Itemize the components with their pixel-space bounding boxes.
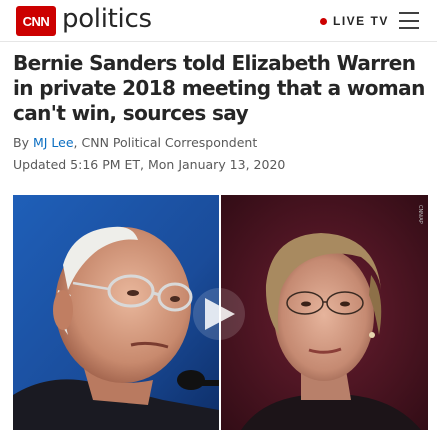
photo-credit: CNN/AP [417,205,423,224]
author-link[interactable]: MJ Lee [33,135,74,150]
sanders-photo [13,195,219,430]
cnn-logo[interactable]: CNN [16,6,56,36]
article-headline: Bernie Sanders told Elizabeth Warren in … [13,51,425,125]
live-tv-link[interactable]: LIVE TV [333,14,389,28]
author-role: , CNN Political Correspondent [73,135,258,150]
section-title[interactable]: politics [62,4,152,34]
site-header: CNN politics LIVE TV [0,0,437,42]
byline-prefix: By [13,135,29,150]
logo-text: CNN [22,13,50,29]
play-button-icon[interactable] [193,288,245,340]
play-triangle-icon [205,298,235,330]
warren-photo [221,195,428,430]
live-indicator-icon [320,18,327,25]
video-player[interactable]: CNN/AP [13,195,428,430]
byline: By MJ Lee, CNN Political Correspondent [13,135,257,150]
updated-timestamp: Updated 5:16 PM ET, Mon January 13, 2020 [13,157,286,172]
hamburger-menu-icon[interactable] [399,12,419,29]
